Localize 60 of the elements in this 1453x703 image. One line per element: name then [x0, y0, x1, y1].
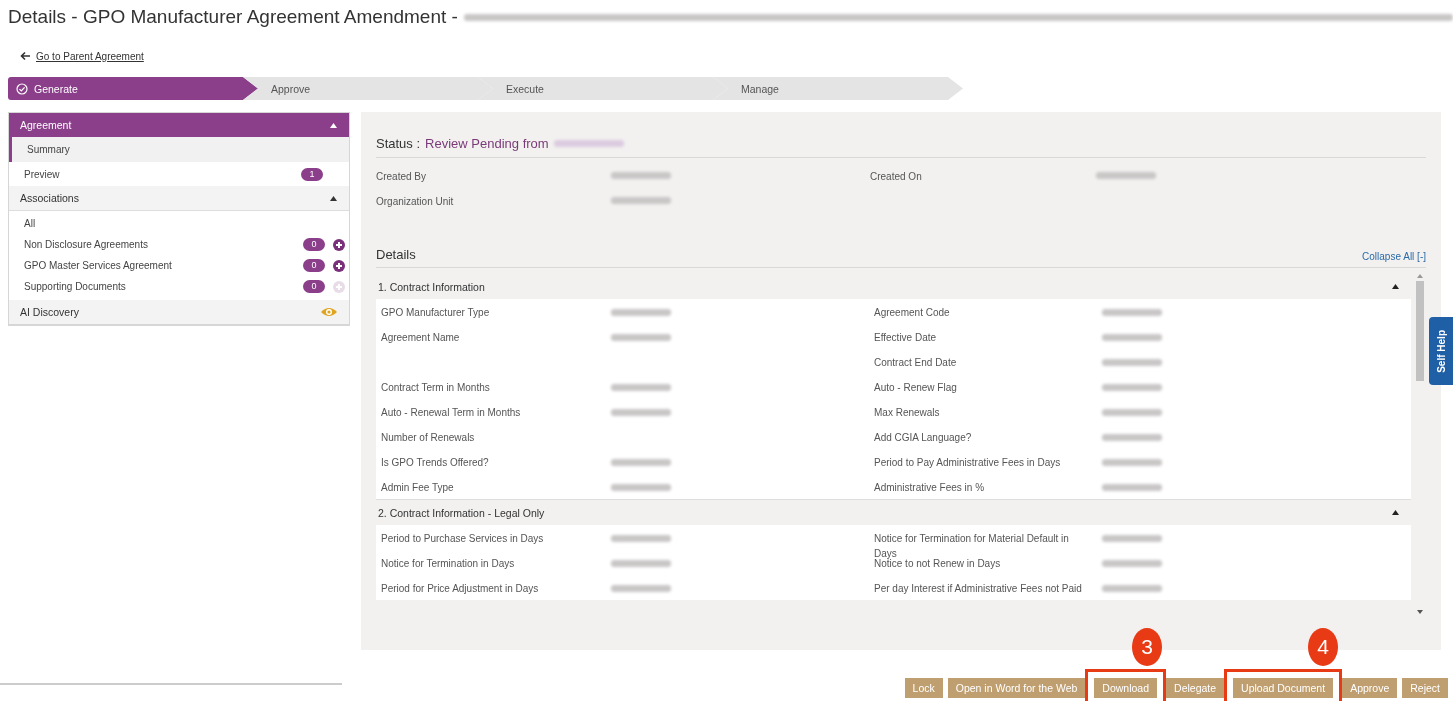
- nav-item[interactable]: GPO Master Services Agreement 0: [9, 255, 349, 276]
- section-heading: Details: [376, 247, 416, 262]
- scrollbar-thumb[interactable]: [1415, 281, 1424, 381]
- field-label: Notice for Termination for Material Default in Days: [874, 533, 1069, 559]
- scroll-down-icon[interactable]: [1416, 610, 1423, 614]
- field-label: Number of Renewals: [381, 432, 475, 443]
- page-title: Details - GPO Manufacturer Agreement Amendment -: [8, 6, 458, 28]
- field-label: Add CGIA Language?: [874, 432, 972, 443]
- collapse-caret-icon[interactable]: [1392, 510, 1399, 515]
- count-badge: 0: [303, 238, 325, 251]
- field-label: Contract Term in Months: [381, 382, 490, 393]
- nav-section-header[interactable]: Associations: [9, 186, 349, 211]
- field-label: Period for Price Adjustment in Days: [381, 583, 539, 594]
- nav-item[interactable]: Non Disclosure Agreements 0: [9, 234, 349, 255]
- status-label: Status :: [376, 135, 421, 151]
- field-label: Admin Fee Type: [381, 482, 454, 493]
- field-label: Agreement Code: [874, 307, 950, 318]
- field-label: Auto - Renewal Term in Months: [381, 407, 521, 418]
- field-label: Contract End Date: [874, 357, 957, 368]
- field-label: GPO Manufacturer Type: [381, 307, 490, 318]
- back-arrow-icon[interactable]: [20, 51, 31, 61]
- collapse-caret-icon[interactable]: [330, 195, 337, 201]
- field-label: Effective Date: [874, 332, 937, 343]
- nav-item[interactable]: All: [9, 213, 349, 234]
- section-header[interactable]: 1. Contract Information: [376, 274, 1411, 299]
- nav-item[interactable]: Supporting Documents 0: [9, 276, 349, 297]
- parent-agreement-link[interactable]: Go to Parent Agreement: [36, 50, 144, 62]
- field-label: Notice for Termination in Days: [381, 558, 515, 569]
- field-label: Auto - Renew Flag: [874, 382, 957, 393]
- callout-number: 3: [1132, 628, 1163, 666]
- count-badge: 0: [303, 259, 325, 272]
- nav-section-header[interactable]: Agreement: [9, 113, 349, 137]
- workflow-step[interactable]: Manage: [713, 77, 963, 100]
- count-badge: 1: [301, 167, 323, 181]
- self-help-tab[interactable]: Self Help: [1429, 317, 1453, 385]
- nav-item[interactable]: Summary: [9, 137, 349, 162]
- field-label: Per day Interest if Administrative Fees not Paid: [874, 583, 1082, 594]
- workflow-step[interactable]: Execute: [478, 77, 728, 100]
- callout-number: 4: [1308, 628, 1339, 666]
- collapse-caret-icon[interactable]: [330, 122, 337, 128]
- field-label: Period to Purchase Services in Days: [381, 533, 544, 544]
- workflow-step[interactable]: Generate: [8, 77, 258, 100]
- field-label: Administrative Fees in %: [874, 482, 985, 493]
- add-icon[interactable]: [333, 259, 345, 272]
- field-label: Organization Unit: [376, 196, 454, 207]
- nav-section-header[interactable]: AI Discovery: [9, 300, 349, 324]
- add-icon[interactable]: [333, 238, 345, 251]
- collapse-all-link[interactable]: Collapse All [-]: [1362, 251, 1426, 262]
- field-label: Created On: [870, 171, 922, 182]
- collapse-caret-icon[interactable]: [1392, 284, 1399, 289]
- field-label: Max Renewals: [874, 407, 940, 418]
- nav-item[interactable]: Preview 1: [9, 162, 349, 186]
- field-label: Agreement Name: [381, 332, 460, 343]
- count-badge: 0: [303, 280, 325, 293]
- check-circle-icon: [16, 82, 28, 95]
- field-label: Is GPO Trends Offered?: [381, 457, 489, 468]
- field-label: Created By: [376, 171, 427, 182]
- field-label: Period to Pay Administrative Fees in Days: [874, 457, 1061, 468]
- status-value: Review Pending from: [425, 135, 549, 151]
- workflow-step[interactable]: Approve: [243, 77, 493, 100]
